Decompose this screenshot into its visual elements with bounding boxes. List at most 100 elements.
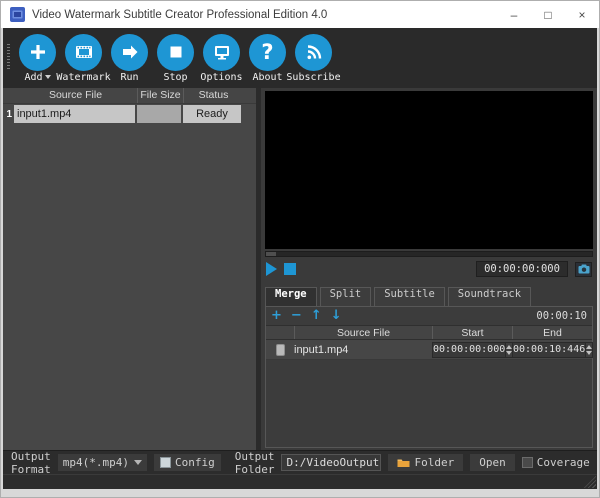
clip-end-spinner[interactable]: [586, 342, 593, 358]
clip-source-column-header: Source File: [294, 326, 432, 339]
output-format-label: Output Format: [11, 450, 51, 476]
clip-move-down-button[interactable]: ↓: [331, 309, 342, 323]
total-duration: 00:00:10: [536, 310, 587, 322]
tab-split[interactable]: Split: [320, 287, 372, 306]
file-size-column-header: File Size: [137, 88, 183, 103]
seek-bar[interactable]: [265, 251, 593, 257]
minimize-button[interactable]: –: [497, 1, 531, 28]
row-number-cell: 1: [3, 105, 14, 123]
window-controls: – □ ×: [497, 1, 599, 28]
tab-soundtrack[interactable]: Soundtrack: [448, 287, 531, 306]
snapshot-button[interactable]: [575, 262, 592, 277]
output-folder-input[interactable]: D:/VideoOutput: [281, 454, 381, 471]
clip-start-input[interactable]: 00:00:00:000: [432, 342, 506, 358]
window-title: Video Watermark Subtitle Creator Profess…: [32, 9, 327, 21]
stop-icon[interactable]: [284, 263, 296, 275]
merge-tab-content: + − ↑ ↓ 00:00:10 Source File Start End: [265, 306, 593, 448]
coverage-toggle[interactable]: Coverage: [522, 456, 590, 469]
add-button[interactable]: Add: [15, 34, 60, 83]
stop-button[interactable]: Stop: [153, 34, 198, 83]
clip-add-button[interactable]: +: [271, 309, 282, 323]
spinner-down-icon[interactable]: [586, 351, 592, 355]
subscribe-button[interactable]: Subscribe: [291, 34, 336, 83]
folder-button-label: Folder: [414, 456, 454, 469]
preview-panel: 00:00:00:000 Merge Split Subtitle Soundt…: [261, 88, 597, 450]
status-bar: [3, 474, 597, 489]
watermark-button[interactable]: Watermark: [61, 34, 106, 83]
clip-end-input[interactable]: 00:00:10:446: [512, 342, 586, 358]
maximize-button[interactable]: □: [531, 1, 565, 28]
titlebar: Video Watermark Subtitle Creator Profess…: [1, 1, 599, 28]
open-button-label: Open: [479, 456, 506, 469]
config-label: Config: [175, 456, 215, 469]
output-format-select[interactable]: mp4(*.mp4): [58, 454, 147, 471]
clip-icon-column-header: [266, 326, 294, 339]
clip-source-cell[interactable]: input1.mp4: [294, 344, 432, 356]
source-table-header: Source File File Size Status: [3, 88, 256, 104]
status-cell[interactable]: Ready: [183, 105, 241, 123]
merge-toolbar: + − ↑ ↓ 00:00:10: [266, 307, 592, 325]
output-bar: Output Format mp4(*.mp4) Config Output F…: [3, 450, 597, 474]
coverage-label: Coverage: [537, 456, 590, 469]
config-checkbox[interactable]: [160, 457, 171, 468]
run-label: Run: [120, 72, 138, 83]
editor-tabbar: Merge Split Subtitle Soundtrack: [265, 283, 593, 306]
clip-table-header: Source File Start End: [266, 325, 592, 340]
about-label: About: [252, 72, 282, 83]
dropdown-arrow-icon: [134, 460, 142, 465]
clip-remove-button[interactable]: −: [291, 309, 302, 323]
watermark-label: Watermark: [56, 72, 110, 83]
close-button[interactable]: ×: [565, 1, 599, 28]
open-button[interactable]: Open: [470, 454, 515, 471]
source-table-row[interactable]: 1 input1.mp4 Ready: [3, 104, 256, 123]
output-folder-label: Output Folder: [235, 450, 275, 476]
tab-subtitle[interactable]: Subtitle: [374, 287, 445, 306]
run-button[interactable]: Run: [107, 34, 152, 83]
clip-table-row[interactable]: input1.mp4 00:00:00:000 00:00:10:446: [266, 340, 592, 360]
clip-table-empty-area: [266, 360, 592, 447]
toolbar-drag-handle-icon[interactable]: [7, 44, 10, 70]
status-column-header: Status: [183, 88, 243, 103]
film-icon: [73, 41, 95, 63]
plus-icon: [28, 42, 48, 62]
clip-start-column-header: Start: [432, 326, 512, 339]
config-toggle[interactable]: Config: [154, 454, 221, 471]
coverage-checkbox[interactable]: [522, 457, 533, 468]
source-file-cell[interactable]: input1.mp4: [14, 105, 135, 123]
arrow-right-icon: [120, 42, 140, 62]
stop-square-icon: [166, 42, 186, 62]
folder-icon: [397, 458, 410, 468]
source-file-panel: Source File File Size Status 1 input1.mp…: [3, 88, 256, 450]
rss-icon: [304, 42, 324, 62]
output-format-value: mp4(*.mp4): [63, 456, 129, 469]
tab-merge[interactable]: Merge: [265, 287, 317, 306]
clip-move-up-button[interactable]: ↑: [311, 309, 322, 323]
about-button[interactable]: ? About: [245, 34, 290, 83]
resize-grip-icon[interactable]: [584, 476, 596, 488]
options-label: Options: [200, 72, 242, 83]
seek-handle[interactable]: [266, 252, 276, 256]
app-window: Video Watermark Subtitle Creator Profess…: [0, 0, 600, 498]
play-icon[interactable]: [266, 262, 277, 276]
main-toolbar: Add Watermark Run Stop Options ? About: [3, 28, 597, 88]
add-dropdown-caret-icon[interactable]: [45, 75, 51, 79]
playback-controls: 00:00:00:000: [265, 257, 593, 281]
client-area: Add Watermark Run Stop Options ? About: [3, 28, 597, 489]
clip-end-cell: 00:00:10:446: [512, 342, 592, 358]
main-area: Source File File Size Status 1 input1.mp…: [3, 88, 597, 450]
source-table-empty-area: [3, 123, 256, 450]
clip-end-column-header: End: [512, 326, 592, 339]
question-icon: ?: [261, 40, 273, 64]
spinner-up-icon[interactable]: [586, 345, 592, 349]
snapshot-icon: [578, 264, 590, 274]
clip-start-cell: 00:00:00:000: [432, 342, 512, 358]
file-icon: [276, 344, 285, 356]
options-button[interactable]: Options: [199, 34, 244, 83]
subscribe-label: Subscribe: [286, 72, 340, 83]
video-preview: [265, 91, 593, 249]
row-number-column-header: [3, 88, 14, 103]
app-icon: [10, 7, 25, 22]
folder-button[interactable]: Folder: [388, 454, 463, 471]
file-size-cell[interactable]: [137, 105, 181, 123]
playback-time: 00:00:00:000: [476, 261, 568, 277]
